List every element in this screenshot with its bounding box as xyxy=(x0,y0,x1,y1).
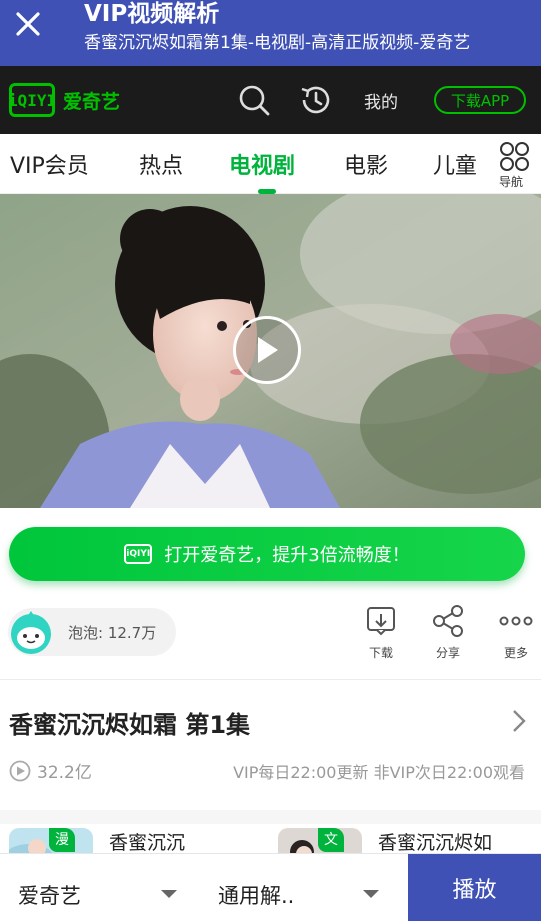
app-bar-subtitle: 香蜜沉沉烬如霜第1集-电视剧-高清正版视频-爱奇艺 xyxy=(84,33,471,53)
logo-text: 爱奇艺 xyxy=(63,90,121,113)
play-count-icon xyxy=(9,760,31,781)
bubble-community-pill[interactable]: 泡泡: 12.7万 xyxy=(8,608,176,656)
more-icon xyxy=(499,616,533,626)
play-button[interactable] xyxy=(233,316,301,384)
section-divider xyxy=(0,679,541,680)
bubble-mascot-icon xyxy=(11,611,51,654)
close-button[interactable] xyxy=(8,4,48,44)
tab-kids[interactable]: 儿童 xyxy=(433,148,477,180)
logo-mark: iQIYI xyxy=(8,83,56,117)
episode-title[interactable]: 香蜜沉沉烬如霜 第1集 xyxy=(9,705,250,740)
app-bar-title: VIP视频解析 xyxy=(84,1,220,27)
download-action[interactable]: 下载 xyxy=(359,604,403,664)
related-badge: 漫画 xyxy=(49,828,75,872)
bubble-count: 泡泡: 12.7万 xyxy=(68,624,157,642)
tab-tv-series[interactable]: 电视剧 xyxy=(229,148,295,180)
iqiyi-logo[interactable]: iQIYI 爱奇艺 xyxy=(8,83,121,117)
related-badge: 文学 xyxy=(318,828,344,872)
nav-guide-label: 导航 xyxy=(499,175,524,189)
play-count-value: 32.2亿 xyxy=(37,763,92,783)
grid-icon xyxy=(500,142,529,171)
related-title: 香蜜沉沉烬如 xyxy=(378,832,493,854)
search-icon xyxy=(239,85,270,116)
source-select[interactable]: 爱奇艺 xyxy=(18,880,81,910)
share-label: 分享 xyxy=(435,646,460,660)
parser-select[interactable]: 通用解.. xyxy=(218,880,294,910)
mine-link[interactable]: 我的 xyxy=(364,88,398,113)
screen: VIP视频解析 香蜜沉沉烬如霜第1集-电视剧-高清正版视频-爱奇艺 iQIYI … xyxy=(0,0,541,921)
chevron-down-icon[interactable] xyxy=(161,890,177,898)
parse-play-button[interactable]: 播放 xyxy=(408,854,541,921)
open-app-label: 打开爱奇艺，提升3倍流畅度！ xyxy=(164,545,410,566)
tab-vip[interactable]: VIP会员 xyxy=(10,148,89,180)
more-label: 更多 xyxy=(503,646,528,660)
update-schedule: VIP每日22:00更新 非VIP次日22:00观看 xyxy=(233,763,525,782)
open-app-button[interactable]: iQIYI 打开爱奇艺，提升3倍流畅度！ xyxy=(9,527,525,581)
search-button[interactable] xyxy=(237,83,271,117)
section-separator xyxy=(0,810,541,824)
app-bar: VIP视频解析 香蜜沉沉烬如霜第1集-电视剧-高清正版视频-爱奇艺 xyxy=(0,0,541,66)
share-icon xyxy=(433,605,463,637)
close-icon xyxy=(16,12,40,36)
play-icon xyxy=(258,337,278,363)
history-icon xyxy=(301,86,330,114)
mini-logo-icon: iQIYI xyxy=(124,544,153,564)
related-title: 香蜜沉沉 xyxy=(109,832,186,854)
play-count: 32.2亿 xyxy=(9,758,92,783)
chevron-down-icon[interactable] xyxy=(363,890,379,898)
chevron-right-icon[interactable] xyxy=(510,708,528,734)
tab-hot[interactable]: 热点 xyxy=(139,148,183,180)
bottom-bar: 爱奇艺 通用解.. 播放 xyxy=(0,853,541,921)
tab-movies[interactable]: 电影 xyxy=(344,148,388,180)
download-app-button[interactable]: 下载APP xyxy=(434,86,526,114)
site-header: iQIYI 爱奇艺 我的 下载APP xyxy=(0,66,541,134)
download-label: 下载 xyxy=(368,646,393,660)
nav-guide-button[interactable]: 导航 xyxy=(496,140,534,190)
more-action[interactable]: 更多 xyxy=(494,604,538,664)
download-icon xyxy=(367,607,395,636)
share-action[interactable]: 分享 xyxy=(426,604,470,664)
history-button[interactable] xyxy=(299,83,333,117)
channel-nav: VIP会员 热点 电视剧 电影 儿童 导航 xyxy=(0,134,541,194)
